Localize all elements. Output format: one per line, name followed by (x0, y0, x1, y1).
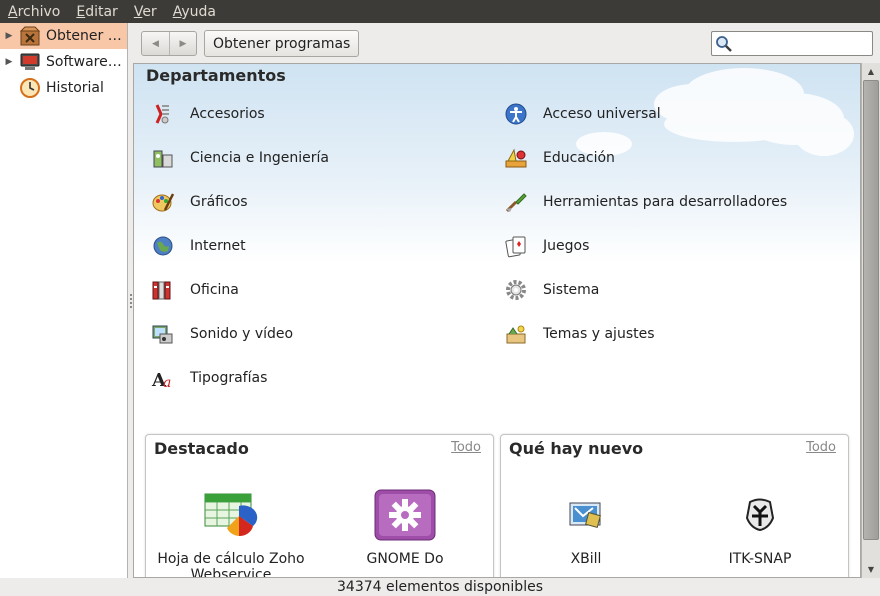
themes-icon (503, 321, 529, 347)
items-available-count: 34374 elementos disponibles (337, 579, 543, 595)
xbill-icon (501, 485, 671, 545)
department-herramientas-desarrolladores[interactable]: Herramientas para desarrolladores (503, 188, 787, 216)
department-label: Juegos (543, 238, 590, 254)
department-ciencia[interactable]: Ciencia e Ingeniería (150, 144, 329, 172)
accessories-icon (150, 101, 176, 127)
search-input[interactable] (733, 33, 863, 54)
education-icon (503, 145, 529, 171)
forward-button[interactable]: ▶ (168, 32, 196, 55)
science-icon (150, 145, 176, 171)
itk-snap-icon (675, 485, 845, 545)
status-bar: 34374 elementos disponibles (0, 578, 880, 596)
menu-ver[interactable]: Ver (130, 4, 161, 20)
history-clock-icon (18, 77, 42, 99)
department-accesorios[interactable]: Accesorios (150, 100, 265, 128)
toolbar: ◀ ▶ Obtener programas (133, 23, 880, 63)
department-label: Internet (190, 238, 246, 254)
sidebar-item-label: Obtener … (46, 28, 122, 44)
back-button[interactable]: ◀ (142, 32, 169, 55)
department-label: Temas y ajustes (543, 326, 655, 342)
developer-tools-icon (503, 189, 529, 215)
universal-access-icon (503, 101, 529, 127)
svg-text:a: a (163, 375, 171, 390)
sidebar-item-installed-software[interactable]: ▶ Software… (0, 49, 127, 75)
new-app-itk-snap[interactable]: ITK-SNAP (675, 485, 845, 567)
menu-ayuda[interactable]: Ayuda (169, 4, 220, 20)
back-arrow-icon: ◀ (152, 38, 159, 49)
internet-globe-icon (150, 233, 176, 259)
department-label: Educación (543, 150, 615, 166)
department-sonido-video[interactable]: Sonido y vídeo (150, 320, 293, 348)
search-box[interactable] (711, 31, 873, 56)
sidebar-item-history[interactable]: Historial (0, 75, 127, 101)
scroll-up-arrow-icon[interactable]: ▲ (862, 63, 880, 80)
breadcrumb-get-software[interactable]: Obtener programas (204, 30, 360, 57)
departments-title: Departamentos (146, 66, 286, 85)
fonts-icon: Aa (150, 365, 176, 391)
expander-arrow-icon[interactable]: ▶ (0, 57, 18, 67)
installed-software-icon (18, 51, 42, 73)
department-label: Acceso universal (543, 106, 661, 122)
sidebar-item-get-software[interactable]: ▶ Obtener … (0, 23, 127, 49)
sound-video-icon (150, 321, 176, 347)
department-educacion[interactable]: Educación (503, 144, 615, 172)
menu-bar: Archivo Editar Ver Ayuda (0, 0, 880, 23)
department-acceso-universal[interactable]: Acceso universal (503, 100, 661, 128)
featured-title: Destacado (154, 439, 249, 458)
featured-app-zoho[interactable]: Hoja de cálculo Zoho Webservice (146, 485, 316, 578)
new-app-xbill[interactable]: XBill (501, 485, 671, 567)
system-gear-icon (503, 277, 529, 303)
department-label: Tipografías (190, 370, 268, 386)
department-sistema[interactable]: Sistema (503, 276, 599, 304)
featured-panel: Destacado Todo Hoja de cálculo Zoho Webs… (145, 434, 494, 578)
main-content: Departamentos Accesorios Ciencia e Ingen… (133, 63, 861, 578)
expander-arrow-icon[interactable]: ▶ (0, 31, 18, 41)
department-label: Herramientas para desarrolladores (543, 194, 788, 210)
sidebar-item-label: Historial (46, 80, 104, 96)
department-label: Sonido y vídeo (190, 326, 294, 342)
department-tipografias[interactable]: Aa Tipografías (150, 364, 267, 392)
whats-new-all-link[interactable]: Todo (806, 440, 836, 455)
department-label: Ciencia e Ingeniería (190, 150, 329, 166)
app-name: XBill (570, 551, 602, 567)
office-icon (150, 277, 176, 303)
search-icon (716, 35, 732, 52)
department-oficina[interactable]: Oficina (150, 276, 239, 304)
forward-arrow-icon: ▶ (179, 38, 187, 49)
games-icon (503, 233, 529, 259)
featured-all-link[interactable]: Todo (451, 440, 481, 455)
menu-archivo[interactable]: Archivo (4, 4, 64, 20)
menu-editar[interactable]: Editar (72, 4, 121, 20)
spreadsheet-chart-icon (146, 485, 316, 545)
scroll-down-arrow-icon[interactable]: ▼ (862, 561, 880, 578)
gnome-do-icon (320, 485, 490, 545)
sidebar-item-label: Software… (46, 54, 122, 70)
department-temas-ajustes[interactable]: Temas y ajustes (503, 320, 655, 348)
department-internet[interactable]: Internet (150, 232, 246, 260)
department-label: Gráficos (190, 194, 248, 210)
app-name: GNOME Do (366, 551, 444, 567)
app-name: ITK-SNAP (728, 551, 792, 567)
navigation-buttons: ◀ ▶ (141, 31, 197, 56)
department-label: Oficina (190, 282, 239, 298)
featured-app-gnome-do[interactable]: GNOME Do (320, 485, 490, 567)
department-graficos[interactable]: Gráficos (150, 188, 248, 216)
vertical-scrollbar[interactable]: ▲ ▼ (861, 63, 880, 578)
app-name: Hoja de cálculo Zoho Webservice (157, 551, 305, 578)
scroll-thumb[interactable] (863, 80, 879, 540)
graphics-icon (150, 189, 176, 215)
department-juegos[interactable]: Juegos (503, 232, 589, 260)
sidebar: ▶ Obtener … ▶ Software… Historial (0, 23, 128, 578)
whats-new-panel: Qué hay nuevo Todo XBill ITK-SNAP (500, 434, 849, 577)
department-label: Sistema (543, 282, 600, 298)
whats-new-title: Qué hay nuevo (509, 439, 644, 458)
department-label: Accesorios (190, 106, 265, 122)
software-center-icon (18, 25, 42, 47)
